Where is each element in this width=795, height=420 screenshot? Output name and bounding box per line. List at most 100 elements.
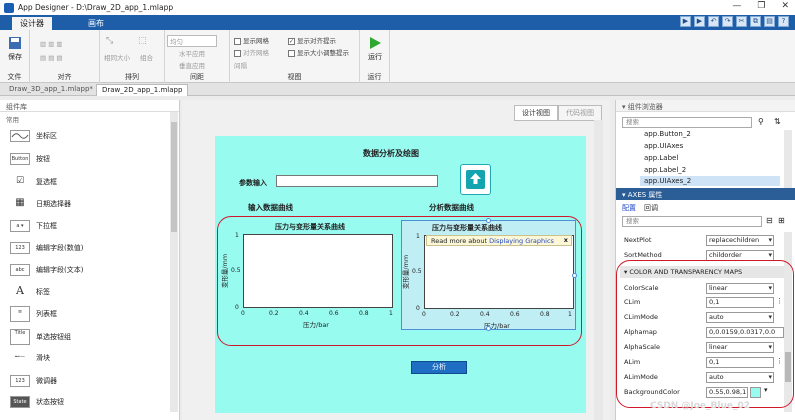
align-left-icon[interactable]: ▥ ▥ ▥	[40, 40, 63, 48]
input-curve-label: 输入数据曲线	[248, 203, 293, 212]
run-group: 运行 运行	[360, 30, 390, 83]
file-group: 保存 文件	[0, 30, 30, 83]
tree-item[interactable]: app.Label_2	[644, 166, 686, 174]
checkbox-icon	[288, 49, 295, 57]
group-button[interactable]: 组合	[140, 52, 153, 62]
library-item-numeric-field[interactable]: 123 编辑字段(数值)	[10, 242, 83, 254]
app-figure[interactable]: 数据分析及绘图 参数输入 输入数据曲线 分析数据曲线 压力与变形量关系曲线 1 …	[215, 136, 586, 413]
checkmark-icon: ✓	[288, 37, 295, 45]
close-icon[interactable]: ✕	[781, 1, 789, 11]
axes-icon	[10, 130, 30, 142]
ribbon: 保存 文件 ▥ ▥ ▥ ▤ ▤ ▤ 对齐 ⤡ 相同大小 ⬚ 组合 排列 均匀 水…	[0, 30, 795, 83]
expand-icon[interactable]: ⊞	[778, 216, 785, 225]
tree-item[interactable]: app.UIAxes	[644, 142, 683, 150]
toolstrip-tabs: 设计器 画布 ▶ ▶ ↶ ↷ ✂ ⧉ ▤ ?	[0, 15, 795, 30]
numeric-field-icon: 123	[10, 242, 30, 254]
view-group: 显示网格 对齐网格 间隔 ✓ 显示对齐提示 显示大小调整提示 视图	[230, 30, 360, 83]
library-item-spinner[interactable]: 123 微调器	[10, 375, 57, 387]
annotation-highlight	[616, 260, 794, 408]
step-icon[interactable]: ▶	[694, 16, 705, 27]
show-align-hints-toggle[interactable]: ✓ 显示对齐提示	[288, 35, 336, 45]
collapse-icon[interactable]: ⊟	[766, 216, 773, 225]
tab-callback[interactable]: 回调	[644, 203, 658, 213]
spinner-icon: 123	[10, 375, 30, 387]
align-top-icon[interactable]: ▤ ▤ ▤	[40, 54, 63, 62]
button-icon: Button	[10, 153, 30, 165]
library-item-dropdown[interactable]: a ▾ 下拉框	[10, 220, 57, 232]
checkbox-icon: ☑	[10, 176, 30, 188]
sort-icon[interactable]: ⇅	[774, 117, 781, 126]
upload-icon	[466, 170, 485, 189]
align-group: ▥ ▥ ▥ ▤ ▤ ▤ 对齐	[30, 30, 100, 83]
horizontal-apply-button[interactable]: 水平应用	[179, 48, 205, 58]
library-item-listbox[interactable]: ≡ 列表框	[10, 306, 57, 322]
save-icon	[7, 36, 23, 50]
scroll-thumb[interactable]	[171, 122, 177, 232]
tree-item[interactable]: app.Label	[644, 154, 678, 162]
vertical-apply-button[interactable]: 垂直应用	[179, 60, 205, 70]
library-item-radio-group[interactable]: Title 单选按钮组	[10, 329, 71, 345]
upload-button[interactable]	[460, 164, 491, 195]
run-quick-icon[interactable]: ▶	[680, 16, 691, 27]
save-button[interactable]: 保存	[5, 36, 25, 62]
tree-item-selected[interactable]: app.UIAxes_2	[640, 176, 780, 186]
library-item-axes[interactable]: 坐标区	[10, 130, 57, 142]
copy-icon[interactable]: ⧉	[750, 16, 761, 27]
minimize-icon[interactable]: —	[732, 1, 741, 11]
props-search-input[interactable]: 搜索	[622, 216, 762, 227]
tab-config[interactable]: 配置	[622, 203, 636, 213]
snap-grid-toggle[interactable]: 对齐网格	[234, 47, 269, 57]
browser-search-input[interactable]: 搜索	[622, 117, 752, 128]
library-scrollbar[interactable]	[170, 112, 178, 412]
run-button[interactable]: 运行	[364, 36, 386, 62]
analyze-button[interactable]: 分析	[411, 361, 467, 374]
library-title: 组件库	[0, 100, 179, 112]
param-input[interactable]	[276, 175, 438, 187]
same-size-button[interactable]: 相同大小	[104, 52, 130, 62]
doc-tab-3d[interactable]: Draw_3D_app_1.mlapp*	[4, 84, 98, 96]
run-icon	[367, 36, 383, 50]
window-title: App Designer - D:\Draw_2D_app_1.mlapp	[18, 3, 174, 12]
arrange-group: ⤡ 相同大小 ⬚ 组合 排列	[100, 30, 165, 83]
design-view-tab[interactable]: 设计视图	[514, 105, 558, 121]
search-options-icon[interactable]: ⚲	[758, 117, 764, 126]
label-icon: A	[10, 285, 30, 298]
group-icon: ⬚	[138, 36, 147, 46]
param-label: 参数输入	[239, 179, 267, 187]
grid-interval-field[interactable]: 间隔	[234, 60, 247, 70]
paste-icon[interactable]: ▤	[764, 16, 775, 27]
annotation-highlight	[217, 216, 582, 346]
properties-header: ▾ AXES 属性	[616, 188, 795, 200]
library-item-button[interactable]: Button 按钮	[10, 153, 50, 165]
code-view-tab[interactable]: 代码视图	[558, 105, 602, 121]
library-section: 常用	[6, 116, 19, 124]
canvas-scrollbar[interactable]	[594, 120, 603, 420]
browser-scrollbar[interactable]	[784, 130, 792, 188]
quick-access-toolbar: ▶ ▶ ↶ ↷ ✂ ⧉ ▤ ?	[680, 16, 789, 27]
component-browser: ▾ 组件浏览器 搜索 ⚲ ⇅ app.Button_2 app.UIAxes a…	[615, 100, 795, 420]
state-button-icon: State	[10, 396, 30, 408]
tab-designer[interactable]: 设计器	[12, 17, 52, 30]
help-icon[interactable]: ?	[778, 16, 789, 27]
library-item-datepicker[interactable]: ▦ 日期选择器	[10, 198, 71, 210]
library-item-text-field[interactable]: abc 编辑字段(文本)	[10, 264, 83, 276]
show-grid-toggle[interactable]: 显示网格	[234, 35, 269, 45]
browser-title: ▾ 组件浏览器	[616, 100, 795, 112]
listbox-icon: ≡	[10, 306, 30, 322]
cut-icon[interactable]: ✂	[736, 16, 747, 27]
undo-icon[interactable]: ↶	[708, 16, 719, 27]
maximize-icon[interactable]: ❐	[757, 1, 765, 11]
library-item-checkbox[interactable]: ☑ 复选框	[10, 176, 57, 188]
tab-canvas[interactable]: 画布	[80, 17, 112, 30]
radio-group-icon: Title	[10, 329, 30, 345]
prop-nextplot-dropdown[interactable]: replacechildren	[706, 235, 774, 246]
library-item-state-button[interactable]: State 状态按钮	[10, 396, 64, 408]
library-item-label[interactable]: A 标签	[10, 285, 50, 298]
doc-tab-2d[interactable]: Draw_2D_app_1.mlapp	[96, 84, 189, 96]
show-resize-hints-toggle[interactable]: 显示大小调整提示	[288, 47, 349, 57]
tree-item[interactable]: app.Button_2	[644, 130, 691, 138]
library-item-slider[interactable]: ⊷— 滑块	[10, 352, 50, 364]
app-title: 数据分析及绘图	[363, 149, 419, 158]
spacing-dropdown[interactable]: 均匀	[167, 35, 217, 47]
redo-icon[interactable]: ↷	[722, 16, 733, 27]
